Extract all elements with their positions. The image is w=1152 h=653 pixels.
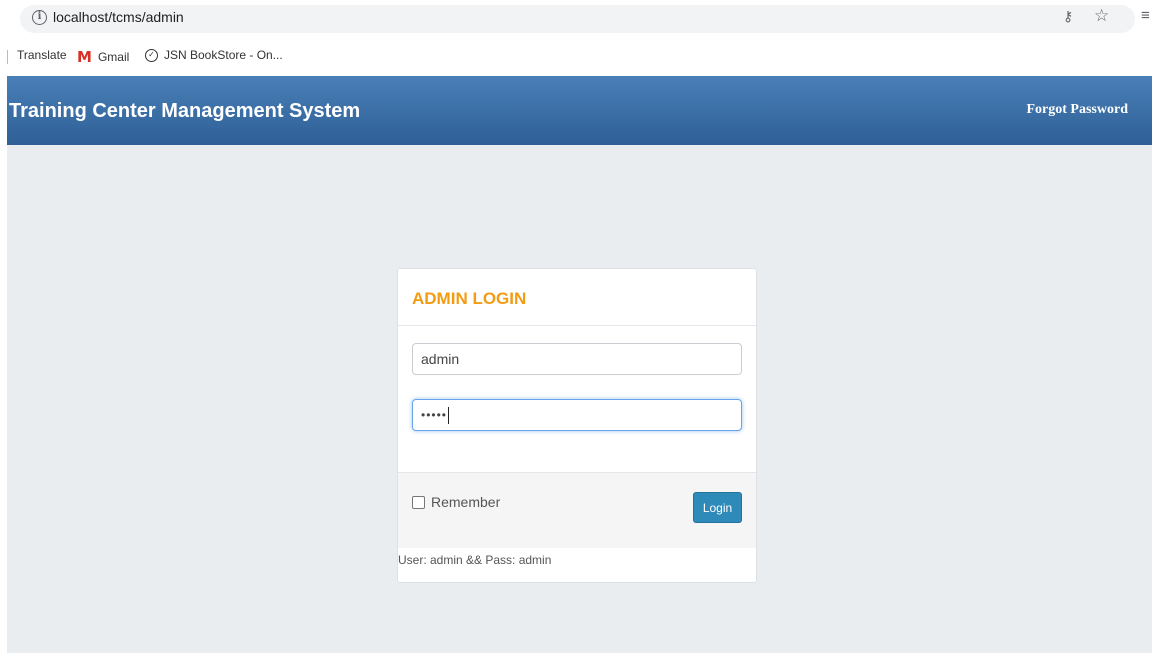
app-title[interactable]: Training Center Management System (9, 100, 360, 123)
remember-label: Remember (431, 494, 501, 510)
forgot-password-link[interactable]: Forgot Password (1027, 102, 1129, 118)
url-text[interactable]: localhost/tcms/admin (53, 9, 184, 25)
remember-option[interactable]: Remember (412, 494, 500, 510)
bookmarks-bar: Translate M Gmail ✓ JSN BookStore - On..… (0, 38, 1152, 76)
app-header: Training Center Management System Forgot… (7, 76, 1152, 145)
site-info-icon[interactable]: i (32, 10, 47, 25)
bookmark-jsn-bookstore[interactable]: ✓ JSN BookStore - On... (145, 48, 283, 62)
password-value: ••••• (421, 408, 448, 422)
bookmark-label: Translate (17, 48, 67, 62)
login-title: ADMIN LOGIN (412, 289, 527, 308)
bookmark-star-icon[interactable]: ☆ (1094, 6, 1109, 26)
login-button[interactable]: Login (693, 492, 742, 523)
login-card: ADMIN LOGIN admin ••••• Remember Login U… (397, 268, 757, 583)
key-icon[interactable]: ⚷ (1063, 8, 1073, 25)
password-input[interactable]: ••••• (412, 399, 742, 431)
bookmark-gmail[interactable]: M Gmail (77, 48, 129, 66)
bookmark-translate[interactable]: Translate (17, 48, 67, 62)
login-card-header: ADMIN LOGIN (398, 269, 756, 326)
remember-checkbox[interactable] (412, 495, 425, 509)
text-caret (448, 406, 450, 424)
bookmark-label: JSN BookStore - On... (164, 48, 283, 62)
bookmark-label: Gmail (97, 50, 130, 64)
username-input[interactable]: admin (412, 343, 742, 375)
url-field[interactable] (20, 5, 1135, 33)
username-value: admin (421, 351, 460, 367)
check-circle-icon: ✓ (145, 48, 158, 62)
bookmarks-divider (7, 50, 8, 64)
login-card-footer: Remember Login (398, 472, 756, 548)
gmail-icon: M (77, 48, 92, 66)
browser-menu-icon[interactable]: ≡ (1141, 7, 1150, 24)
credentials-hint: User: admin && Pass: admin (398, 553, 552, 567)
browser-address-bar: i localhost/tcms/admin ⚷ ☆ ≡ (0, 0, 1152, 38)
